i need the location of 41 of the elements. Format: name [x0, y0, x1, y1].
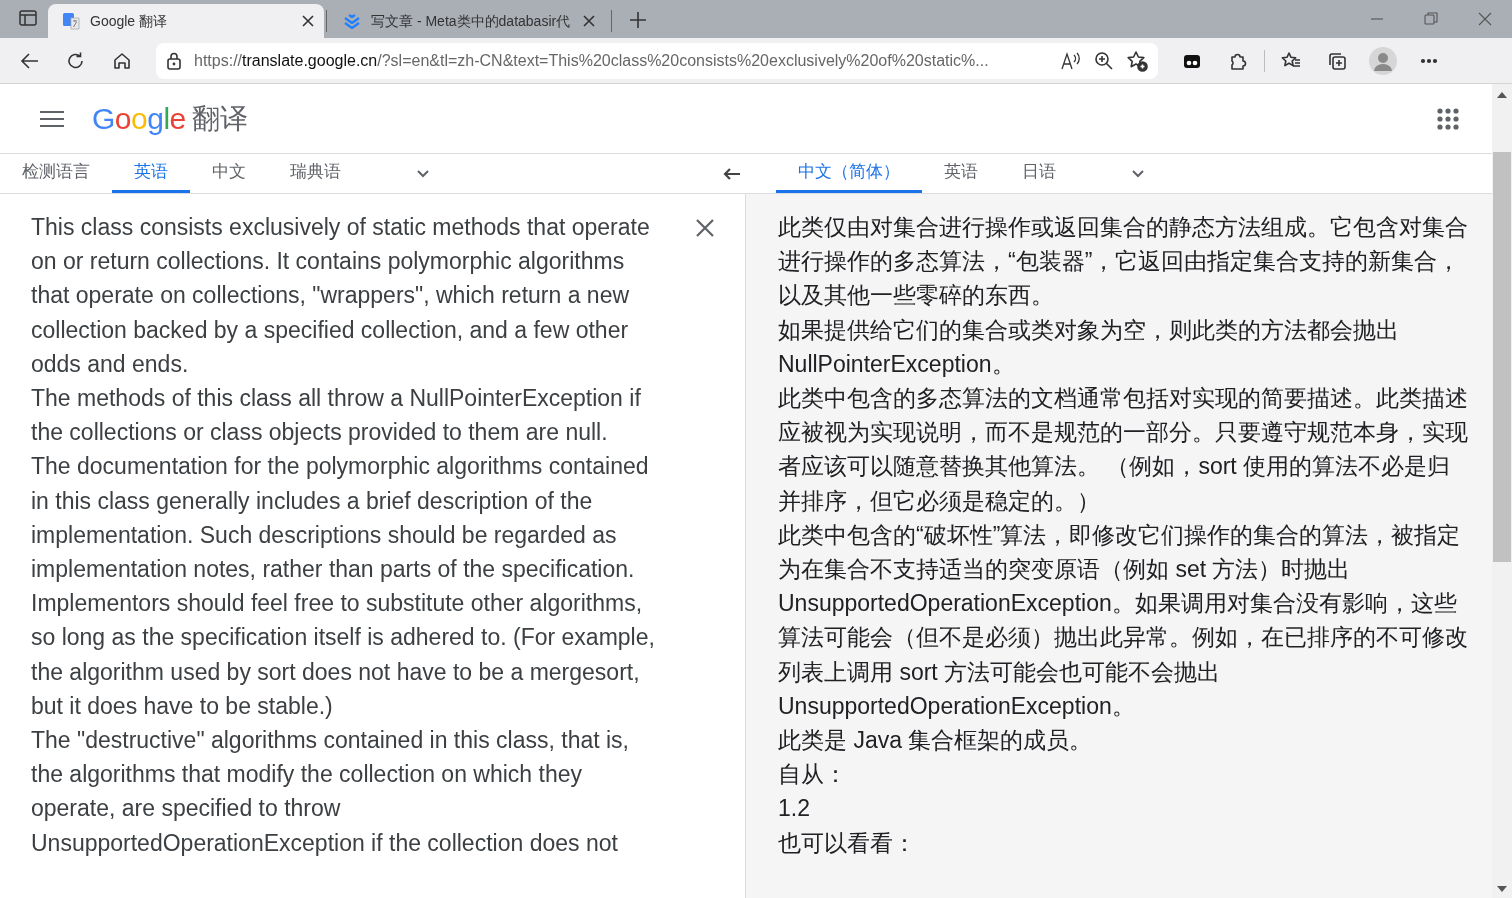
translate-icon	[62, 12, 80, 30]
browser-tab[interactable]: 写文章 - Meta类中的databasir代	[329, 4, 605, 38]
source-text: The "destructive" algorithms contained in this class, that is, the algorithms that modify the collection on which they operate, are specified to throw UnsupportedOperationException if the collection does not	[31, 726, 630, 858]
source-text: The methods of this class all throw a NullPointerException if the collections or class objects provided to them are null.	[31, 384, 642, 448]
language-tab[interactable]: 中文	[190, 154, 268, 193]
back-icon[interactable]	[20, 50, 40, 71]
language-tab[interactable]: 检测语言	[0, 154, 112, 193]
scrollbar-thumb[interactable]	[1493, 152, 1511, 562]
language-tab[interactable]: 英语	[922, 154, 1000, 193]
source-text: This class consists exclusively of static methods that operate on or return collections. It contains polymorphic algorithms that operate on collections, "wrappers", which return a new collection backed by a specified collection, and a few other odds and ends.	[31, 213, 651, 379]
stacked-chevrons-icon	[343, 12, 361, 30]
language-tab[interactable]: 瑞典语	[268, 154, 363, 193]
translated-text: 此类中包含的“破坏性”算法，即修改它们操作的集合的算法，被指定为在集合不支持适当的突变原语（例如 set 方法）时抛出 UnsupportedOperationException。如果调用对集合没有影响，这些算法可能会（但不是必须）抛出此异常。例如，在已排序的不可修改列表上调用 sort 方法可能会也可能不会抛出 UnsupportedOperationException。	[778, 520, 1469, 721]
restore-icon[interactable]	[1423, 11, 1439, 27]
close-icon[interactable]	[302, 15, 314, 27]
translated-text: 此类中包含的多态算法的文档通常包括对实现的简要描述。此类描述应被视为实现说明，而不是规范的一部分。只要遵守规范本身，实现者应该可以随意替换其他算法。 （例如，sort 使用的算法不必是归并排序，但它必须是稳定的。）	[778, 384, 1469, 516]
zoom-in-icon[interactable]	[1094, 50, 1114, 71]
add-favorite-icon[interactable]	[1126, 49, 1148, 72]
translated-text: 也可以看看：	[778, 828, 917, 858]
browser-tab[interactable]: Google 翻译	[48, 4, 324, 38]
avatar-icon[interactable]	[1369, 46, 1397, 75]
language-tab[interactable]: 英语	[112, 154, 190, 193]
language-tab[interactable]: 日语	[1000, 154, 1078, 193]
source-text: The documentation for the polymorphic algorithms contained in this class generally includes a brief description of the implementation. Such descriptions should be regarded as implementation notes, rather than parts of the specification. Implementors should feel free to substitute other algorithms, so long as the specification itself is adhered to. (For example, the algorithm used by sort does not have to be a mergesort, but it does have to be stable.)	[31, 452, 656, 721]
reload-icon[interactable]	[66, 50, 86, 71]
translated-text: 此类是 Java 集合框架的成员。	[778, 726, 1094, 756]
home-icon[interactable]	[112, 50, 132, 71]
translated-text: 此类仅由对集合进行操作或返回集合的静态方法组成。它包含对集合进行操作的多态算法，“包装器”，它返回由指定集合支持的新集合，以及其他一些零碎的东西。	[778, 213, 1469, 311]
collections-icon[interactable]	[1327, 50, 1347, 71]
translated-text: 如果提供给它们的集合或类对象为空，则此类的方法都会抛出NullPointerException。	[778, 315, 1400, 379]
translated-text: 自从：	[778, 760, 848, 790]
translated-text: 1.2	[778, 794, 811, 824]
scroll-down-icon[interactable]	[1497, 886, 1507, 892]
close-icon[interactable]	[583, 15, 595, 27]
tab-title: 写文章 - Meta类中的databasir代	[371, 11, 572, 31]
tab-title: Google 翻译	[90, 11, 169, 31]
app-title: 翻译	[191, 101, 248, 136]
google-logo[interactable]: Google	[92, 96, 186, 141]
scroll-up-icon[interactable]	[1497, 92, 1507, 98]
read-aloud-icon[interactable]	[1060, 50, 1082, 71]
lock-icon	[166, 51, 182, 70]
